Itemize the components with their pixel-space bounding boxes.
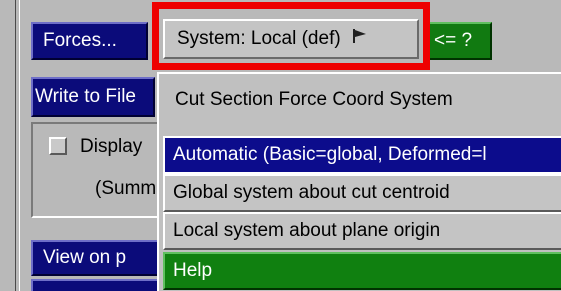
panel-divider	[15, 0, 16, 291]
highlight-frame	[152, 2, 430, 70]
coord-system-menu: Cut Section Force Coord System Automatic…	[157, 72, 561, 291]
next-button-partial[interactable]	[31, 279, 171, 291]
menu-item-global[interactable]: Global system about cut centroid	[163, 174, 561, 212]
menu-item-label: Help	[173, 260, 213, 281]
menu-item-label: Local system about plane origin	[173, 220, 441, 241]
forces-button-label: Forces...	[43, 30, 117, 51]
panel-divider-highlight	[19, 0, 20, 291]
view-on-plane-label: View on p	[43, 247, 127, 268]
query-button[interactable]: <= ?	[426, 22, 492, 60]
menu-item-local[interactable]: Local system about plane origin	[163, 212, 561, 250]
summary-label: (Summ	[95, 178, 157, 199]
menu-title: Cut Section Force Coord System	[175, 89, 453, 110]
menu-item-label: Automatic (Basic=global, Deformed=l	[173, 144, 487, 165]
menu-item-automatic[interactable]: Automatic (Basic=global, Deformed=l	[163, 136, 561, 174]
view-on-plane-button[interactable]: View on p	[31, 240, 171, 276]
display-label: Display	[80, 136, 143, 157]
menu-item-help[interactable]: Help	[163, 252, 561, 290]
write-to-file-button[interactable]: Write to File	[31, 77, 155, 117]
display-checkbox[interactable]	[49, 137, 67, 155]
forces-button[interactable]: Forces...	[31, 22, 148, 60]
write-to-file-label: Write to File	[35, 86, 137, 107]
query-button-label: <= ?	[434, 30, 473, 51]
menu-item-label: Global system about cut centroid	[173, 182, 450, 203]
